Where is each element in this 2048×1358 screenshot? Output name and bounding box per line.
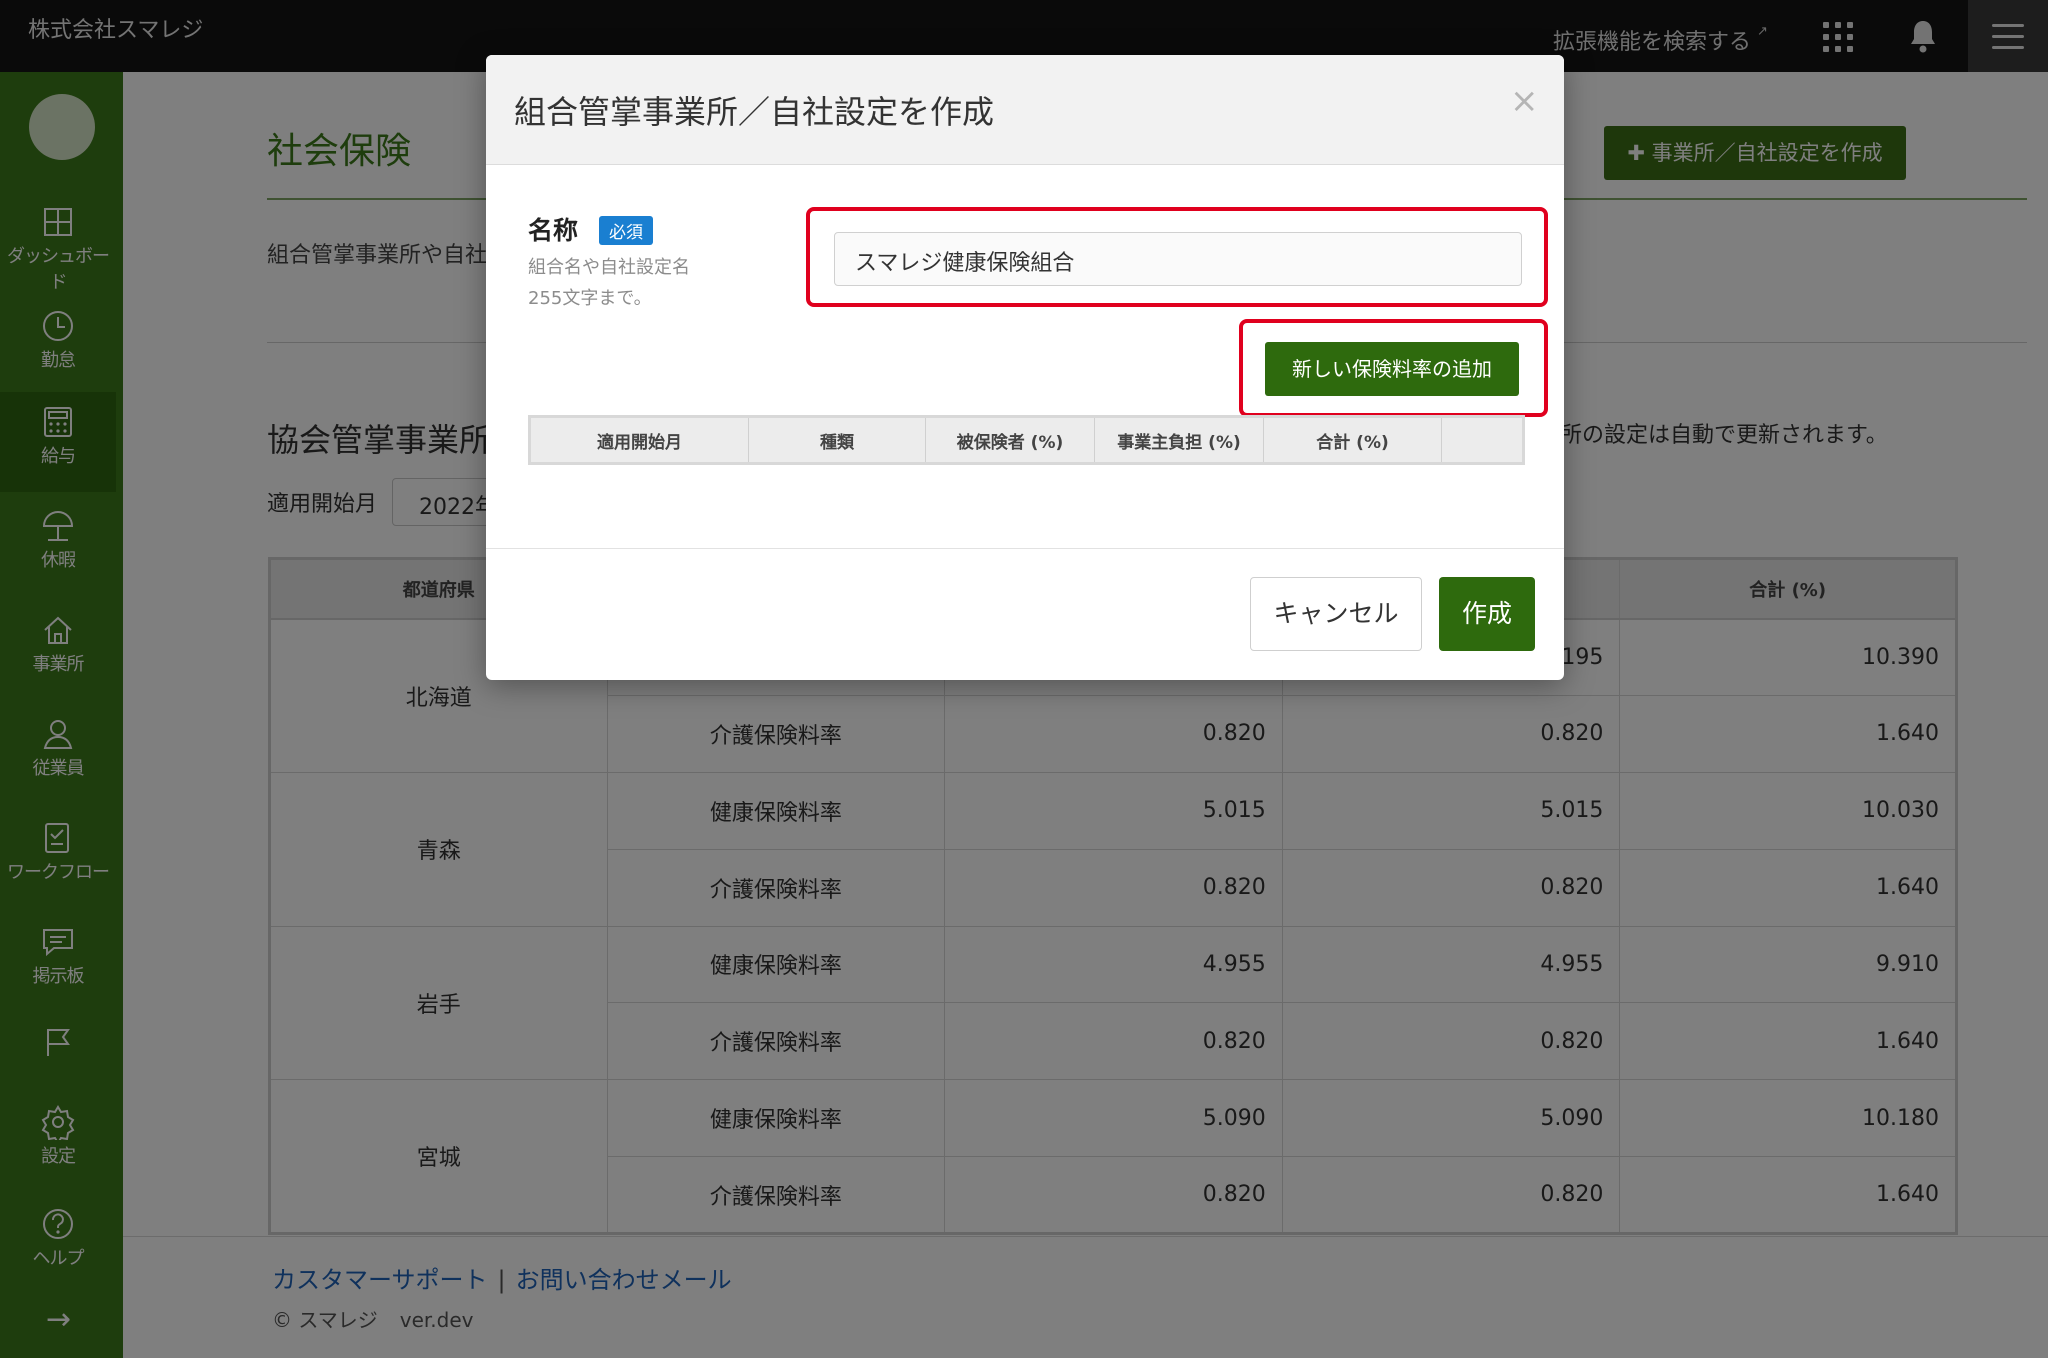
name-help-text: 組合名や自社設定名 [528, 257, 690, 278]
column-header: 適用開始月 [529, 416, 749, 464]
column-header: 種類 [748, 416, 926, 464]
column-header: 合計 (%) [1263, 416, 1442, 464]
name-label: 名称 [528, 216, 579, 245]
name-help-limit: 255文字まで。 [528, 288, 652, 309]
create-office-modal: 組合管掌事業所／自社設定を作成 × 名称 必須 組合名や自社設定名 255文字ま… [486, 55, 1564, 680]
modal-footer-divider [486, 548, 1564, 549]
modal-header: 組合管掌事業所／自社設定を作成 × [486, 55, 1564, 165]
column-header: 被保険者 (%) [925, 416, 1095, 464]
rate-table-header-row: 適用開始月 種類 被保険者 (%) 事業主負担 (%) 合計 (%) [529, 416, 1524, 464]
add-rate-button[interactable]: 新しい保険料率の追加 [1265, 342, 1519, 396]
create-button[interactable]: 作成 [1439, 577, 1535, 651]
column-header [1441, 416, 1524, 464]
cancel-button[interactable]: キャンセル [1250, 577, 1422, 651]
name-input[interactable]: スマレジ健康保険組合 [834, 232, 1522, 286]
required-badge: 必須 [599, 216, 653, 245]
rate-table: 適用開始月 種類 被保険者 (%) 事業主負担 (%) 合計 (%) [528, 415, 1525, 465]
column-header: 事業主負担 (%) [1094, 416, 1264, 464]
close-icon[interactable]: × [1510, 81, 1539, 121]
modal-title: 組合管掌事業所／自社設定を作成 [514, 93, 995, 131]
